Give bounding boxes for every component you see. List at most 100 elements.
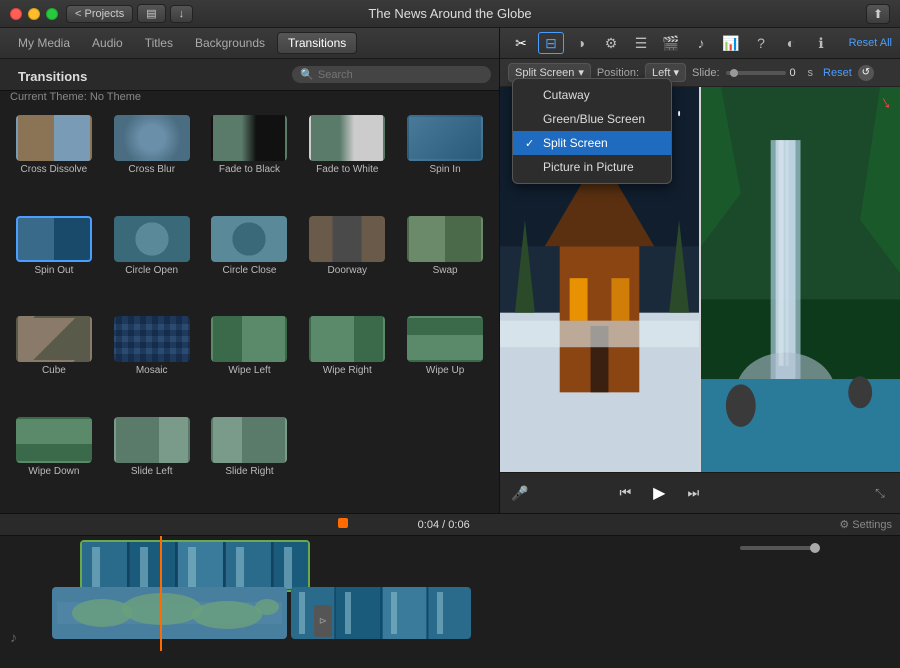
transitions-heading: Transitions (8, 63, 97, 86)
transition-label: Circle Close (223, 265, 277, 276)
transition-wipe-right[interactable]: Wipe Right (301, 314, 393, 409)
transition-circle-open[interactable]: Circle Open (106, 214, 198, 309)
close-button[interactable] (10, 8, 22, 20)
camera-icon[interactable]: 🎬 (658, 32, 684, 54)
search-icon: 🔍 (300, 68, 314, 81)
share-button[interactable]: ⬆ (866, 4, 890, 24)
transition-thumb (309, 316, 385, 362)
download-button[interactable]: ↓ (170, 5, 194, 23)
slide-control[interactable]: 0 s (726, 67, 814, 79)
slide-unit: s (808, 67, 814, 79)
clip-icon-button[interactable]: ▤ (137, 4, 165, 23)
transition-spin-in[interactable]: Spin In (399, 113, 491, 208)
play-controls: ⏮ ▶ ⏭ (613, 479, 705, 507)
transition-thumb (211, 115, 287, 161)
preview-divider (699, 87, 701, 472)
transition-slide-right[interactable]: Slide Right (204, 415, 296, 510)
transition-fade-black[interactable]: Fade to Black (204, 113, 296, 208)
trim-icon[interactable]: ✂ (508, 32, 534, 54)
settings-button[interactable]: ⚙ Settings (839, 518, 892, 531)
tab-my-media[interactable]: My Media (8, 33, 80, 53)
transitions-grid: Cross Dissolve Cross Blur Fade to Black … (0, 109, 499, 513)
transition-thumb (114, 316, 190, 362)
transition-label: Mosaic (136, 365, 168, 376)
slide-label: Slide: (692, 67, 720, 79)
transition-cube[interactable]: Cube (8, 314, 100, 409)
map-video-track[interactable] (52, 587, 287, 639)
transition-spin-out[interactable]: Spin Out (8, 214, 100, 309)
overlay-video-track[interactable] (80, 540, 310, 592)
skip-to-end-button[interactable]: ⏭ (681, 481, 705, 505)
transition-label: Slide Left (131, 466, 173, 477)
noise-icon[interactable]: ◐ (778, 32, 804, 54)
transition-slide-left[interactable]: Slide Left (106, 415, 198, 510)
titlebar: < Projects ▤ ↓ The News Around the Globe… (0, 0, 900, 28)
search-input[interactable] (318, 69, 483, 81)
titlebar-right: ⬆ (866, 4, 900, 24)
transition-thumb (309, 216, 385, 262)
fullscreen-button[interactable]: ⤡ (868, 481, 892, 505)
tab-audio[interactable]: Audio (82, 33, 133, 53)
tab-titles[interactable]: Titles (135, 33, 183, 53)
transition-thumb (114, 417, 190, 463)
transition-cross-dissolve[interactable]: Cross Dissolve (8, 113, 100, 208)
transition-label: Cube (42, 365, 66, 376)
preview-right-pane (701, 87, 900, 472)
transition-circle-close[interactable]: Circle Close (204, 214, 296, 309)
chart-icon[interactable]: 📊 (718, 32, 744, 54)
dropdown-picture-in-picture[interactable]: Picture in Picture (513, 155, 671, 179)
dropdown-cutaway[interactable]: Cutaway (513, 83, 671, 107)
transition-thumb (16, 417, 92, 463)
help-icon[interactable]: ? (748, 32, 774, 54)
projects-button[interactable]: < Projects (66, 5, 133, 23)
transition-doorway[interactable]: Doorway (301, 214, 393, 309)
skip-to-start-button[interactable]: ⏮ (613, 481, 637, 505)
reset-all-button[interactable]: Reset All (849, 37, 892, 49)
split-screen-label: Split Screen (515, 67, 574, 79)
titlebar-left: < Projects ▤ ↓ (66, 4, 193, 23)
transition-thumb (16, 316, 92, 362)
video-overlay-icon[interactable]: ⊟ (538, 32, 564, 54)
transition-wipe-down[interactable]: Wipe Down (8, 415, 100, 510)
transition-label: Wipe Right (323, 365, 372, 376)
transition-label: Fade to White (316, 164, 378, 175)
slide-value: 0 (790, 67, 804, 79)
play-button[interactable]: ▶ (645, 479, 673, 507)
dropdown-split-screen[interactable]: ✓ Split Screen (513, 131, 671, 155)
position-label: Position: (597, 67, 639, 79)
slide-track[interactable] (726, 71, 786, 75)
audio-icon[interactable]: ♪ (688, 32, 714, 54)
transition-wipe-up[interactable]: Wipe Up (399, 314, 491, 409)
info-icon[interactable]: ℹ (808, 32, 834, 54)
transition-label: Circle Open (125, 265, 178, 276)
transition-mosaic[interactable]: Mosaic (106, 314, 198, 409)
timeline-time: 0:04 / 0:06 (317, 519, 570, 531)
transition-label: Spin In (430, 164, 461, 175)
transition-fade-white[interactable]: Fade to White (301, 113, 393, 208)
transition-thumb (16, 216, 92, 262)
microphone-icon[interactable]: 🎤 (508, 481, 532, 505)
window-title: The News Around the Globe (368, 6, 531, 21)
minimize-button[interactable] (28, 8, 40, 20)
track-end-button[interactable]: ⊳ (314, 605, 332, 637)
color-icon[interactable]: ◑ (568, 32, 594, 54)
tab-backgrounds[interactable]: Backgrounds (185, 33, 275, 53)
slide-thumb (730, 69, 738, 77)
volume-slider[interactable] (740, 546, 820, 550)
speed-icon[interactable]: ☰ (628, 32, 654, 54)
maximize-button[interactable] (46, 8, 58, 20)
dropdown-green-screen[interactable]: Green/Blue Screen (513, 107, 671, 131)
download-icon: ↓ (179, 8, 185, 20)
search-box[interactable]: 🔍 (292, 66, 491, 83)
tab-transitions[interactable]: Transitions (277, 32, 357, 54)
transition-wipe-left[interactable]: Wipe Left (204, 314, 296, 409)
timeline-panel: 0:04 / 0:06 ⚙ Settings (0, 513, 900, 668)
transition-cross-blur[interactable]: Cross Blur (106, 113, 198, 208)
transition-label: Slide Right (225, 466, 273, 477)
transition-label: Cross Blur (128, 164, 175, 175)
stabilize-icon[interactable]: ⚙ (598, 32, 624, 54)
reset-icon-button[interactable]: ↺ (858, 65, 874, 81)
reset-button[interactable]: Reset (823, 67, 852, 79)
transition-thumb (309, 115, 385, 161)
transition-swap[interactable]: Swap (399, 214, 491, 309)
